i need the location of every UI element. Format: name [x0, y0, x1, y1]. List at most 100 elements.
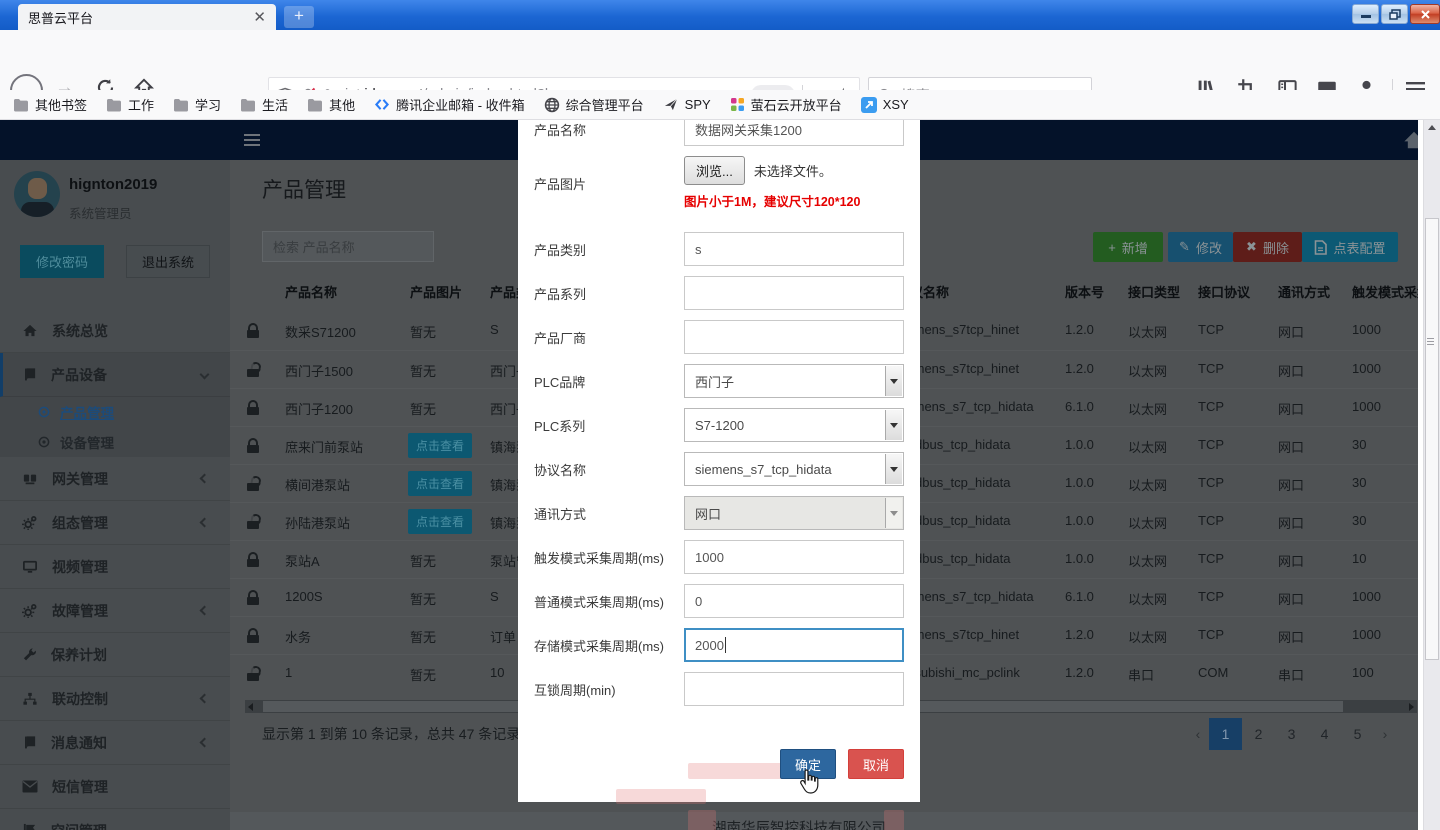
- add-button[interactable]: +新增: [1093, 232, 1163, 262]
- field-input[interactable]: s: [684, 232, 904, 266]
- page-5[interactable]: 5: [1341, 718, 1374, 750]
- ys-icon: [730, 97, 745, 112]
- bookmark-item[interactable]: SPY: [663, 97, 711, 112]
- field-label: 普通模式采集周期(ms): [534, 592, 684, 611]
- chevron-left-icon: [200, 738, 210, 748]
- field-select[interactable]: 西门子: [684, 364, 904, 398]
- bookmark-item[interactable]: 生活: [240, 95, 288, 114]
- config-button[interactable]: 点表配置: [1302, 232, 1398, 262]
- bookmark-item[interactable]: 萤石云开放平台: [730, 95, 842, 114]
- cell-port_protocol: TCP: [1198, 475, 1224, 490]
- field-input[interactable]: 2000: [684, 628, 904, 662]
- field-input[interactable]: 0: [684, 584, 904, 618]
- scroll-right-arrow[interactable]: [1409, 703, 1414, 711]
- bookmark-label: 其他书签: [35, 95, 87, 114]
- sidebar-item-短信管理[interactable]: 短信管理: [0, 765, 230, 809]
- product-search-input[interactable]: 检索 产品名称: [262, 231, 434, 262]
- logout-button[interactable]: 退出系统: [126, 245, 210, 278]
- sidebar-item-空间管理[interactable]: 空间管理: [0, 809, 230, 830]
- dropdown-arrow-icon[interactable]: [885, 410, 902, 440]
- sidebar-item-组态管理[interactable]: 组态管理: [0, 501, 230, 545]
- cell-version: 1.0.0: [1065, 551, 1094, 566]
- sidebar-item-联动控制[interactable]: 联动控制: [0, 677, 230, 721]
- cell-port_type: 以太网: [1128, 361, 1167, 380]
- text-caret: [725, 637, 727, 653]
- sidebar-item-保养计划[interactable]: 保养计划: [0, 633, 230, 677]
- modal-field-存储模式采集周期(ms): 存储模式采集周期(ms)2000: [534, 628, 904, 662]
- field-input[interactable]: [684, 320, 904, 354]
- sidebar-item-网关管理[interactable]: 网关管理: [0, 457, 230, 501]
- view-image-button[interactable]: 点击查看: [408, 471, 472, 496]
- scroll-left-arrow[interactable]: [248, 703, 253, 711]
- delete-icon: ✖: [1246, 239, 1257, 255]
- page-3[interactable]: 3: [1275, 718, 1308, 750]
- page-4[interactable]: 4: [1308, 718, 1341, 750]
- tab-close-icon[interactable]: ✕: [253, 10, 266, 25]
- field-input[interactable]: [684, 276, 904, 310]
- cell-name: 横间港泵站: [285, 475, 350, 494]
- bookmark-item[interactable]: 工作: [106, 95, 154, 114]
- browser-tab[interactable]: 思普云平台 ✕: [18, 4, 276, 30]
- cell-name: 1: [285, 665, 292, 680]
- cell-trigger: 1000: [1352, 399, 1381, 414]
- button-label: 修改: [1196, 238, 1222, 257]
- field-label: 互锁周期(min): [534, 680, 684, 699]
- cell-comm: 网口: [1278, 361, 1304, 380]
- bookmark-item[interactable]: XSY: [861, 97, 909, 113]
- scroll-up-arrow[interactable]: [1428, 125, 1436, 130]
- field-input[interactable]: 1000: [684, 540, 904, 574]
- cell-image: 暂无: [410, 361, 436, 380]
- modal-field-PLC系列: PLC系列S7-1200: [534, 408, 904, 442]
- field-select[interactable]: S7-1200: [684, 408, 904, 442]
- restore-button[interactable]: [1381, 4, 1408, 24]
- bookmark-item[interactable]: 腾讯企业邮箱 - 收件箱: [374, 95, 525, 114]
- dropdown-arrow-icon: [885, 498, 902, 528]
- modal-field-产品名称: 产品名称数据网关采集1200: [534, 120, 904, 146]
- sidebar-subitem-产品管理[interactable]: 产品管理: [0, 397, 230, 427]
- view-image-button[interactable]: 点击查看: [408, 509, 472, 534]
- column-header: 接口类型: [1128, 282, 1180, 301]
- bookmark-item[interactable]: 其他书签: [13, 95, 87, 114]
- page-prev[interactable]: ‹: [1187, 718, 1209, 750]
- user-role: 系统管理员: [69, 203, 132, 222]
- cell-category: S: [490, 322, 499, 337]
- bookmark-item[interactable]: 学习: [173, 95, 221, 114]
- vscroll-thumb[interactable]: [1425, 218, 1439, 660]
- page-2[interactable]: 2: [1242, 718, 1275, 750]
- sidebar-item-故障管理[interactable]: 故障管理: [0, 589, 230, 633]
- dropdown-arrow-icon[interactable]: [885, 454, 902, 484]
- dropdown-arrow-icon[interactable]: [885, 366, 902, 396]
- cell-port_type: 以太网: [1128, 513, 1167, 532]
- close-button[interactable]: [1410, 4, 1440, 24]
- change-password-button[interactable]: 修改密码: [20, 245, 104, 278]
- field-input[interactable]: 数据网关采集1200: [684, 120, 904, 146]
- sidebar-subitem-设备管理[interactable]: 设备管理: [0, 427, 230, 457]
- cancel-button[interactable]: 取消: [848, 749, 904, 779]
- sidebar-toggle-icon[interactable]: [244, 134, 260, 146]
- sidebar-item-消息通知[interactable]: 消息通知: [0, 721, 230, 765]
- records-summary: 显示第 1 到第 10 条记录，总共 47 条记录: [262, 724, 520, 744]
- view-image-button[interactable]: 点击查看: [408, 433, 472, 458]
- cell-port_type: 以太网: [1128, 322, 1167, 341]
- bookmark-item[interactable]: 综合管理平台: [544, 95, 644, 114]
- navbar-home-icon[interactable]: [1402, 129, 1418, 151]
- cell-port_type: 以太网: [1128, 399, 1167, 418]
- sidebar-item-视频管理[interactable]: 视频管理: [0, 545, 230, 589]
- minimize-button[interactable]: [1352, 4, 1379, 24]
- field-input[interactable]: [684, 672, 904, 706]
- edit-button[interactable]: ✎修改: [1168, 232, 1233, 262]
- sidebar-item-系统总览[interactable]: 系统总览: [0, 309, 230, 353]
- page-1[interactable]: 1: [1209, 718, 1242, 750]
- browse-button[interactable]: 浏览...: [684, 156, 745, 185]
- field-select[interactable]: siemens_s7_tcp_hidata: [684, 452, 904, 486]
- bookmark-item[interactable]: 其他: [307, 95, 355, 114]
- new-tab-button[interactable]: +: [284, 6, 314, 28]
- field-label: PLC品牌: [534, 372, 684, 391]
- column-header: 版本号: [1065, 282, 1104, 301]
- modal-field-PLC品牌: PLC品牌西门子: [534, 364, 904, 398]
- sidebar-item-产品设备[interactable]: 产品设备: [0, 353, 230, 397]
- page-next[interactable]: ›: [1374, 718, 1396, 750]
- delete-button[interactable]: ✖删除: [1233, 232, 1302, 262]
- folder-icon: [240, 98, 256, 112]
- browser-scrollbar[interactable]: [1423, 120, 1440, 830]
